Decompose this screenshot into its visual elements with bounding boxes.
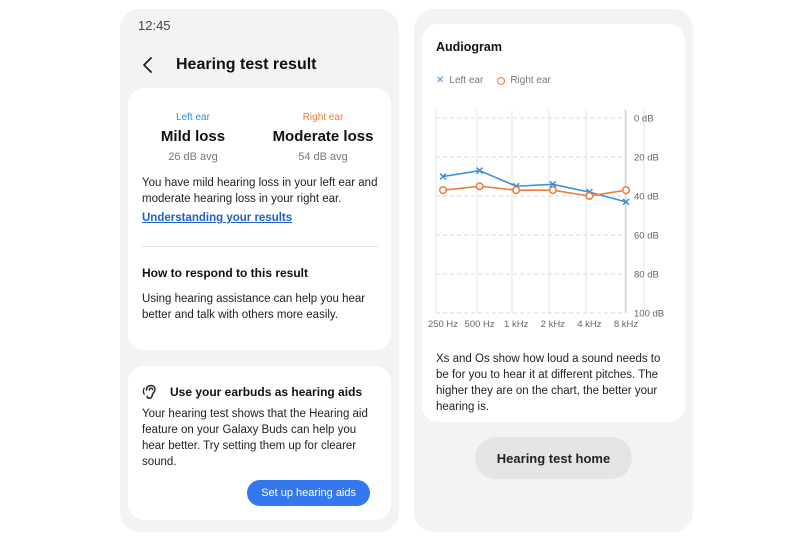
y-tick-label: 40 dB [634, 192, 659, 203]
x-tick-label: 8 kHz [614, 319, 639, 330]
y-tick-label: 80 dB [634, 270, 659, 281]
status-time: 12:45 [138, 18, 171, 33]
result-summary-card: Left ear Mild loss 26 dB avg Right ear M… [128, 88, 391, 350]
right-ear-o-marker [585, 191, 594, 201]
respond-text: Using hearing assistance can help you he… [142, 293, 366, 321]
page-title: Hearing test result [176, 56, 317, 73]
back-arrow-icon[interactable] [138, 55, 158, 75]
earbuds-card: Use your earbuds as hearing aids Your he… [128, 366, 391, 520]
right-ear-o-marker [438, 186, 448, 195]
y-tick-label: 60 dB [634, 231, 659, 242]
understanding-results-link[interactable]: Understanding your results [142, 212, 292, 224]
x-tick-label: 250 Hz [428, 319, 458, 330]
setup-hearing-aids-button[interactable]: Set up hearing aids [247, 480, 370, 506]
right-ear-label: Right ear [302, 112, 344, 123]
series-line-right-ear [442, 185, 627, 197]
audiogram-caption: Xs and Os show how loud a sound needs to… [436, 353, 661, 413]
right-ear-level: Moderate loss [272, 128, 374, 145]
x-tick-label: 1 kHz [504, 319, 529, 330]
earbuds-text: Your hearing test shows that the Hearing… [142, 408, 368, 468]
audiogram-screen: Audiogram ✕ Left ear Right ear 0 dB 20 dB… [414, 9, 693, 532]
right-ear-o-marker [621, 186, 631, 195]
right-ear-avg: 54 dB avg [298, 151, 348, 163]
earbuds-heading: Use your earbuds as hearing aids [142, 384, 362, 400]
earbuds-title: Use your earbuds as hearing aids [170, 385, 363, 399]
x-tick-label: 2 kHz [541, 319, 566, 330]
series-line-left-ear [442, 169, 627, 203]
left-ear-label: Left ear [176, 112, 210, 123]
right-ear-result: Right ear Moderate loss 54 dB avg [258, 112, 388, 163]
audiogram-chart: 0 dB 20 dB 40 dB 60 dB 80 dB 100 dB 250 Hz 500 … [428, 110, 664, 330]
y-tick-label: 0 dB [634, 114, 654, 125]
left-ear-avg: 26 dB avg [168, 151, 218, 163]
summary-description: You have mild hearing loss in your left … [142, 177, 378, 205]
right-ear-o-marker [512, 186, 521, 195]
left-ear-result: Left ear Mild loss 26 dB avg [128, 112, 258, 163]
left-ear-level: Mild loss [160, 128, 226, 145]
y-tick-label: 100 dB [634, 309, 664, 320]
x-tick-label: 4 kHz [577, 319, 602, 330]
respond-heading: How to respond to this result [142, 266, 309, 280]
ear-icon [142, 384, 158, 400]
audiogram-card: Audiogram ✕ Left ear Right ear 0 dB 20 dB… [422, 24, 685, 422]
x-tick-label: 500 Hz [465, 319, 495, 330]
hearing-test-home-button[interactable]: Hearing test home [475, 437, 632, 479]
right-ear-o-marker [548, 186, 557, 195]
right-ear-o-marker [475, 182, 484, 191]
divider [142, 246, 378, 247]
y-tick-label: 20 dB [634, 153, 659, 164]
top-bar: Hearing test result [138, 55, 316, 75]
result-screen: 12:45 Hearing test result Left ear Mild … [120, 9, 399, 532]
